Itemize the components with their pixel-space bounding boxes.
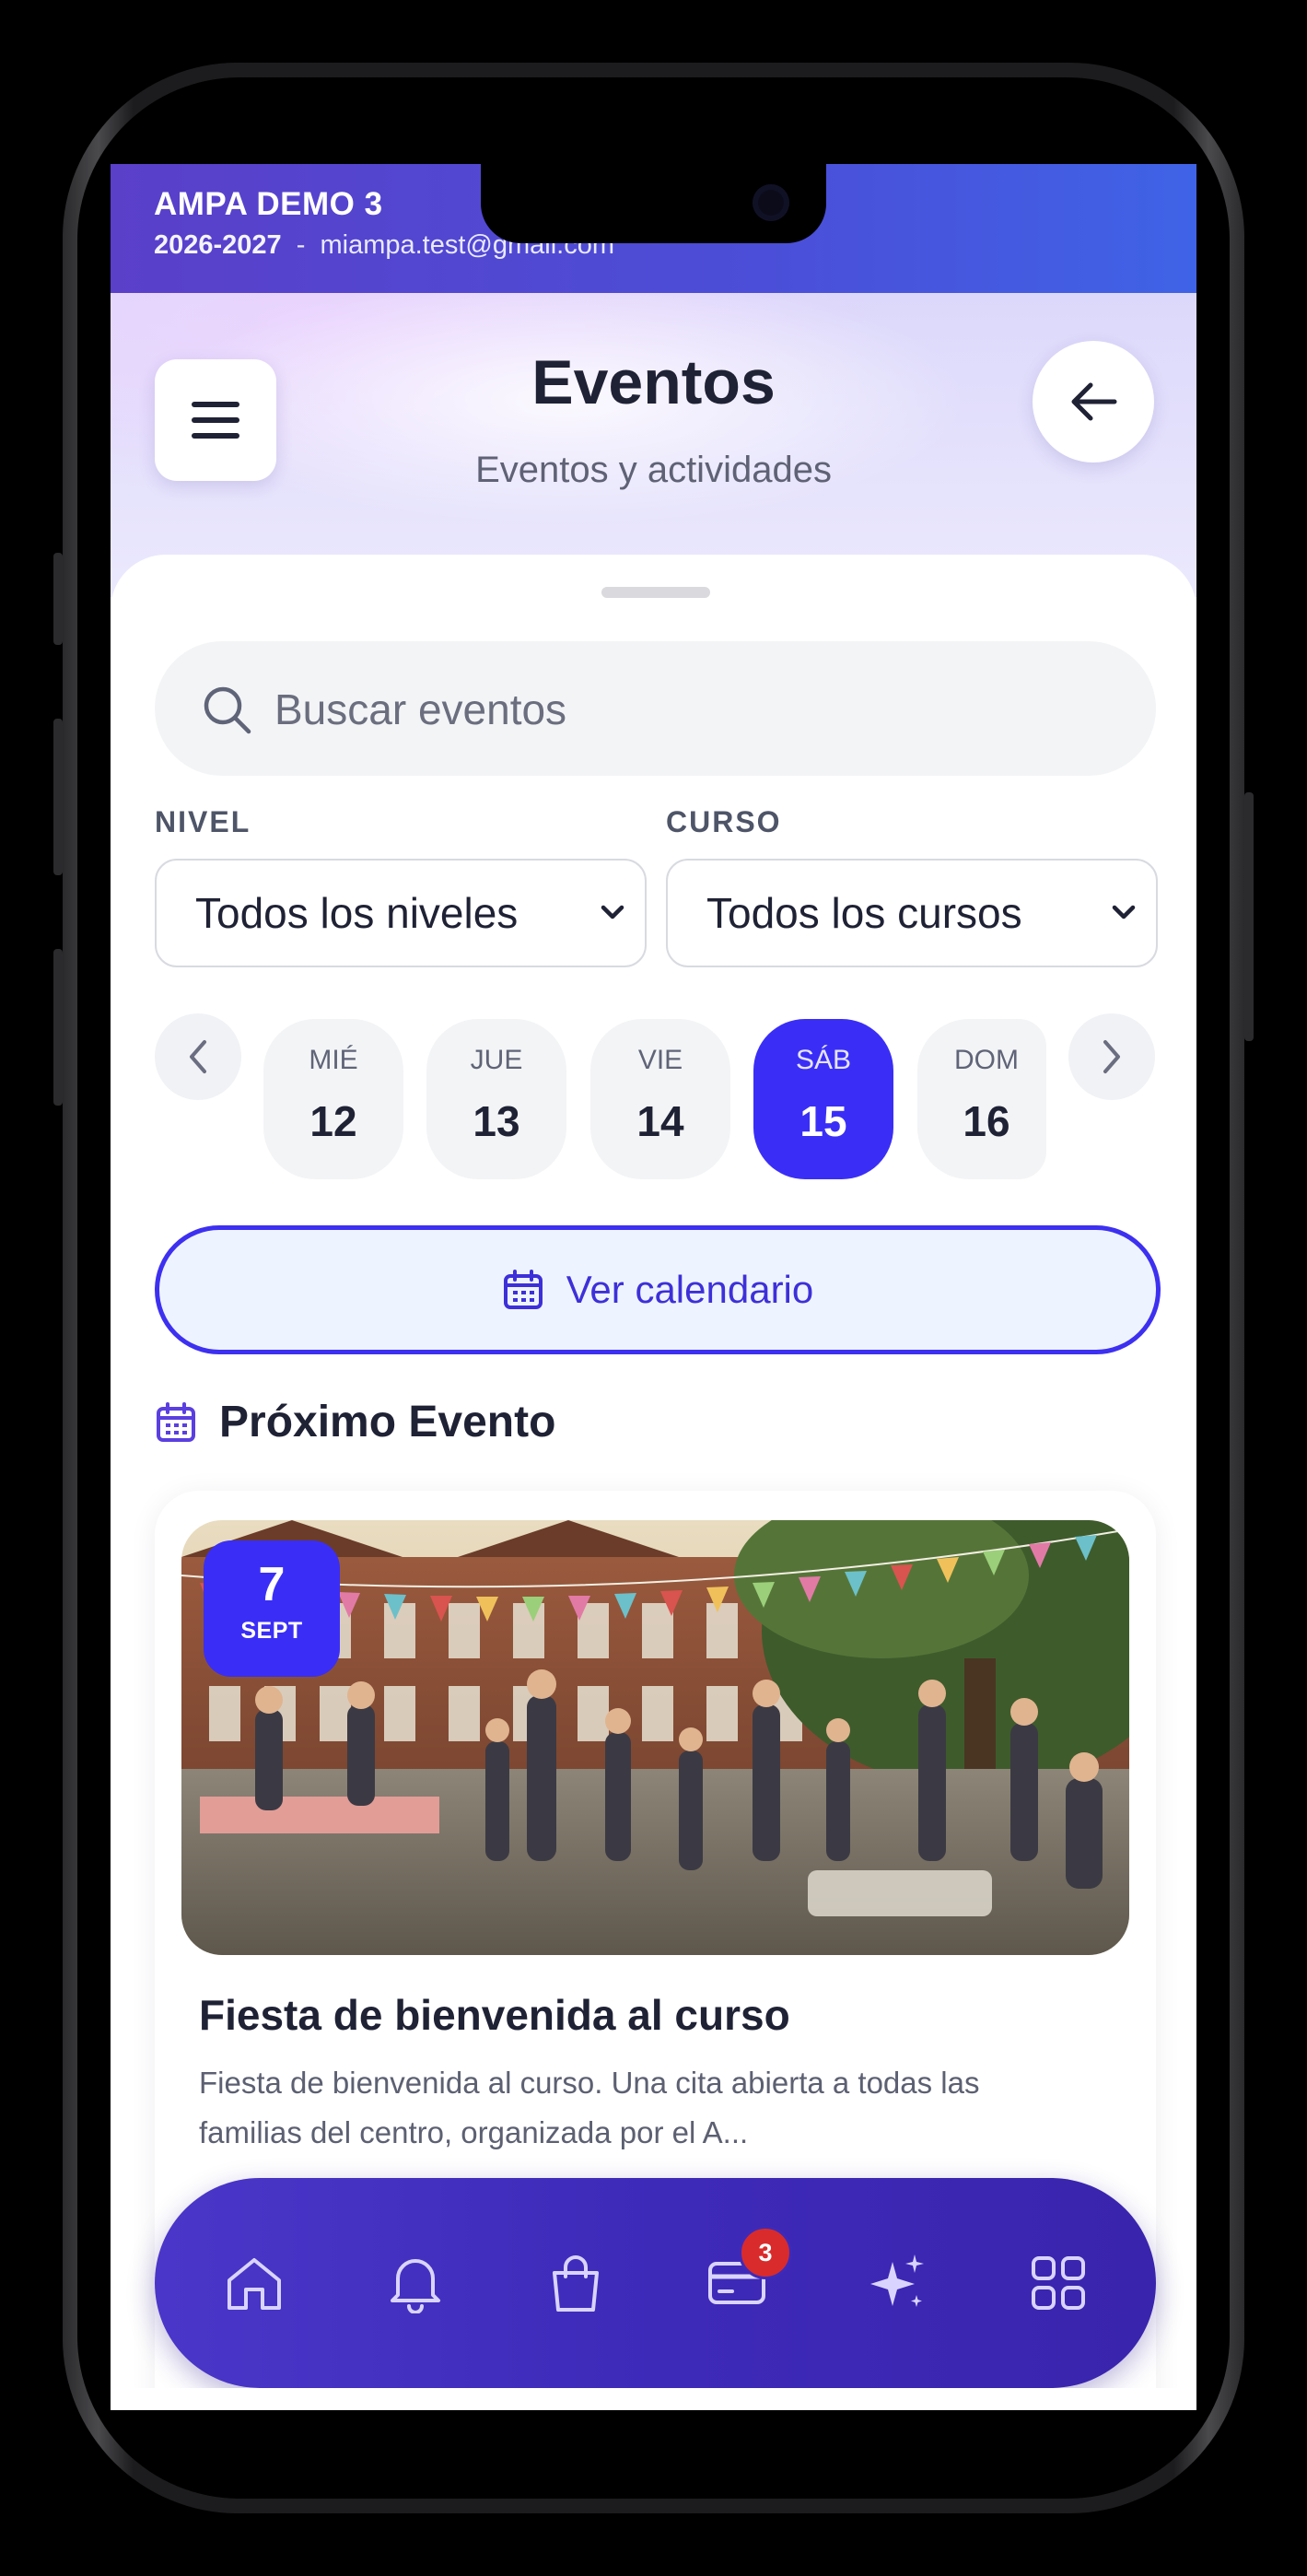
day-name: MIÉ — [309, 1045, 358, 1075]
day-chip[interactable]: MIÉ 12 — [263, 1019, 403, 1179]
power-button — [1244, 792, 1254, 1041]
grid-icon — [1032, 2256, 1085, 2310]
day-number: 14 — [636, 1097, 684, 1145]
search-bar[interactable] — [155, 641, 1156, 778]
search-input[interactable] — [273, 641, 1105, 778]
page-subtitle: Eventos y actividades — [475, 450, 832, 490]
bag-icon — [553, 2255, 599, 2312]
back-button[interactable] — [1033, 341, 1154, 463]
day-chip[interactable]: DOM 16 — [917, 1019, 1046, 1179]
volume-down-button — [53, 949, 63, 1106]
tab-ai[interactable] — [851, 2237, 943, 2329]
action-button — [53, 553, 63, 645]
payments-badge: 3 — [739, 2226, 792, 2279]
day-number: 15 — [799, 1097, 847, 1145]
view-calendar-button[interactable]: Ver calendario — [155, 1225, 1161, 1354]
day-name: DOM — [954, 1045, 1019, 1075]
sheet-grabber[interactable] — [601, 587, 710, 598]
bottom-tab-bar — [155, 2178, 1156, 2388]
event-date-badge: 7 SEPT — [204, 1540, 340, 1677]
event-month: SEPT — [240, 1618, 303, 1644]
org-name: AMPA DEMO 3 — [154, 186, 383, 222]
home-icon — [228, 2258, 281, 2310]
nivel-select[interactable]: Todos los niveles — [155, 859, 647, 967]
chevron-down-icon — [1112, 905, 1136, 919]
section-title: Próximo Evento — [219, 1398, 556, 1446]
tab-shop[interactable] — [530, 2237, 622, 2329]
chevron-left-icon — [190, 1040, 206, 1073]
calendar-icon — [157, 1401, 195, 1442]
chevron-right-icon — [1103, 1040, 1120, 1073]
curso-select-value: Todos los cursos — [706, 889, 1022, 937]
prev-days-button[interactable] — [155, 1013, 241, 1100]
event-description: Fiesta de bienvenida al curso. Una cita … — [199, 2066, 980, 2149]
day-name: VIE — [637, 1045, 683, 1075]
nivel-select-value: Todos los niveles — [195, 889, 519, 937]
arrow-left-icon — [1071, 382, 1117, 421]
app-screen: AMPA DEMO 3 2026-2027 - miampa.test@gmai… — [111, 164, 1196, 2410]
day-chip-selected[interactable]: SÁB 15 — [753, 1019, 893, 1179]
day-number: 16 — [963, 1097, 1010, 1145]
search-icon — [204, 686, 251, 734]
sparkles-icon — [870, 2254, 924, 2307]
day-chip[interactable]: VIE 14 — [590, 1019, 730, 1179]
tab-more[interactable] — [1012, 2237, 1104, 2329]
day-number: 12 — [309, 1097, 357, 1145]
volume-up-button — [53, 719, 63, 875]
chevron-down-icon — [601, 905, 624, 919]
tab-notifications[interactable] — [369, 2237, 461, 2329]
tab-home[interactable] — [208, 2237, 300, 2329]
curso-label: CURSO — [666, 805, 782, 838]
nivel-label: NIVEL — [155, 805, 251, 838]
bell-icon — [391, 2259, 440, 2313]
home-indicator-area — [111, 2388, 1196, 2410]
day-name: SÁB — [795, 1045, 852, 1075]
day-chip[interactable]: JUE 13 — [426, 1019, 566, 1179]
camera-icon — [753, 184, 789, 221]
event-day: 7 — [258, 1558, 286, 1611]
separator: - — [296, 230, 306, 260]
calendar-icon — [503, 1270, 543, 1309]
next-event-heading: Próximo Evento — [155, 1397, 555, 1447]
view-calendar-label: Ver calendario — [566, 1268, 814, 1311]
day-number: 13 — [473, 1097, 520, 1145]
event-title[interactable]: Fiesta de bienvenida al curso — [199, 1990, 790, 2040]
school-year: 2026-2027 — [154, 230, 282, 260]
dynamic-island — [481, 164, 826, 243]
next-days-button[interactable] — [1068, 1013, 1155, 1100]
day-name: JUE — [470, 1045, 523, 1075]
curso-select[interactable]: Todos los cursos — [666, 859, 1158, 967]
